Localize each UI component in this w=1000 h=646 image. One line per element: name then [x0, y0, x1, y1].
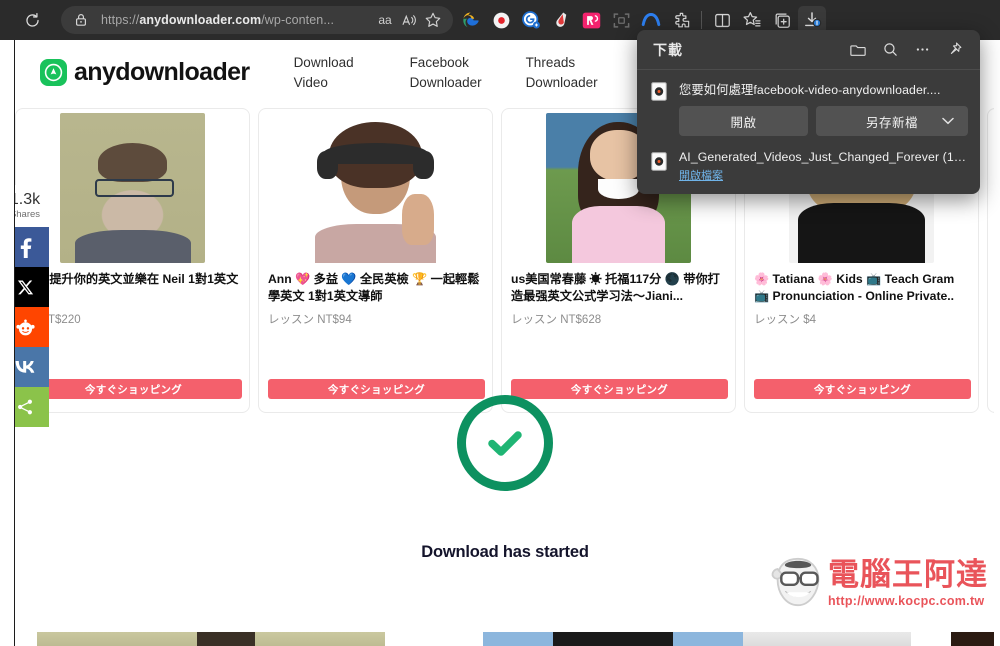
share-count-number: 1.3k	[15, 191, 41, 209]
nav-line-2: Downloader	[409, 74, 482, 90]
open-button[interactable]: 開啟	[679, 106, 808, 136]
reload-button[interactable]	[17, 5, 47, 35]
site-logo[interactable]: anydownloader	[40, 58, 250, 87]
watermark-url: http://www.kocpc.com.tw	[828, 594, 985, 608]
x-twitter-icon	[17, 280, 33, 294]
ad-card[interactable]: 我們提升你的英文並樂在 Neil 1對1英文導師 ン NT$220 今すぐショッ…	[15, 108, 250, 413]
downloads-flyout-header: 下載	[637, 30, 980, 70]
extension-grammarly-icon[interactable]	[517, 6, 545, 34]
nav-item-threads-downloader[interactable]: Threads Downloader	[526, 53, 642, 93]
ad-title: 🌸 Tatiana 🌸 Kids 📺 Teach Gram 📺 Pronunci…	[754, 272, 955, 303]
read-aloud-icon[interactable]	[397, 8, 421, 32]
downloads-flyout: 下載 您要如何處理facebook-video-anydownloader...…	[637, 30, 980, 194]
site-lock-icon[interactable]	[73, 12, 89, 28]
ad-card[interactable]: 初心者 Amazin	[987, 108, 994, 413]
url-scheme: https://	[101, 13, 140, 27]
share-icon	[18, 399, 32, 415]
watermark-title: 電腦王阿達	[828, 557, 988, 593]
x-share-button[interactable]	[15, 267, 49, 307]
share-rail: 1.3k Shares	[15, 185, 49, 427]
search-icon[interactable]	[876, 36, 904, 64]
ad-title: us美国常春藤 ☀ 托福117分 🌑 带你打造最强英文公式学习法～Jiani..…	[511, 272, 720, 303]
success-check-circle	[457, 395, 553, 491]
ad-price: ン NT$220	[25, 314, 81, 326]
ad-thumbnail	[60, 113, 205, 263]
ad-title: 我們提升你的英文並樂在 Neil 1對1英文導師	[25, 272, 239, 303]
download-item[interactable]: AI_Generated_Videos_Just_Changed_Forever…	[637, 140, 980, 188]
checkmark-icon	[488, 431, 522, 456]
pin-icon[interactable]	[940, 36, 968, 64]
ad-thumbnail	[303, 113, 448, 263]
nav-line-1: Download	[293, 54, 354, 70]
reddit-icon	[15, 319, 35, 335]
download-filename: 您要如何處理facebook-video-anydownloader....	[679, 83, 941, 97]
reload-icon	[25, 12, 39, 27]
folder-icon[interactable]	[844, 36, 872, 64]
url-domain: anydownloader.com	[139, 13, 262, 27]
nav-line-1: Facebook	[409, 54, 469, 70]
ad-price: レッスン $4	[754, 314, 816, 326]
url-path: /wp-conten...	[261, 13, 335, 27]
reddit-share-button[interactable]	[15, 307, 49, 347]
vk-icon	[15, 361, 35, 373]
downloads-flyout-title: 下載	[653, 41, 683, 58]
extension-record-icon[interactable]	[487, 6, 515, 34]
ad-price: レッスン NT$628	[511, 314, 602, 326]
nav-item-facebook-downloader[interactable]: Facebook Downloader	[410, 53, 526, 93]
immersive-reader-icon[interactable]: aa	[373, 8, 397, 32]
facebook-icon	[20, 238, 31, 258]
nav-item-download-video[interactable]: Download Video	[294, 53, 410, 93]
watermark-mascot-icon	[771, 557, 820, 607]
download-actions: 開啟 另存新檔	[679, 106, 968, 136]
share-count: 1.3k Shares	[15, 185, 49, 227]
toolbar-divider	[701, 11, 702, 29]
share-count-label: Shares	[15, 209, 41, 221]
save-as-label: 另存新檔	[865, 115, 918, 130]
more-share-button[interactable]	[15, 387, 49, 427]
favorite-star-icon[interactable]	[421, 8, 445, 32]
download-item[interactable]: 您要如何處理facebook-video-anydownloader.... 開…	[637, 70, 980, 140]
video-file-icon	[651, 82, 667, 101]
download-started-text: Download has started	[421, 543, 589, 561]
ad-price: レッスン NT$94	[268, 314, 352, 326]
extension-blade-icon[interactable]	[547, 6, 575, 34]
anydownloader-logo-icon	[40, 59, 67, 86]
site-nav: Download Video Facebook Downloader Threa…	[294, 53, 642, 93]
download-started-block: Download has started	[15, 395, 994, 562]
facebook-share-button[interactable]	[15, 227, 49, 267]
extension-pink-icon[interactable]	[577, 6, 605, 34]
vk-share-button[interactable]	[15, 347, 49, 387]
extension-capture-icon[interactable]	[607, 6, 635, 34]
extension-edge-icon[interactable]	[457, 6, 485, 34]
ad-title: Ann 💖 多益 💙 全民英檢 🏆 一起輕鬆學英文 1對1英文導師	[268, 272, 480, 303]
video-file-icon	[651, 152, 667, 171]
brand-name: anydownloader	[74, 58, 250, 86]
open-file-link[interactable]: 開啟檔案	[679, 167, 723, 183]
watermark: 電腦王阿達 http://www.kocpc.com.tw	[770, 556, 988, 608]
chevron-down-icon[interactable]	[942, 114, 954, 128]
download-filename: AI_Generated_Videos_Just_Changed_Forever…	[679, 150, 968, 164]
nav-line-1: Threads	[525, 54, 576, 70]
more-icon[interactable]	[908, 36, 936, 64]
nav-line-2: Video	[293, 74, 328, 90]
save-as-button[interactable]: 另存新檔	[816, 106, 968, 136]
ad-card[interactable]: Ann 💖 多益 💙 全民英檢 🏆 一起輕鬆學英文 1對1英文導師 レッスン N…	[258, 108, 493, 413]
bottom-thumbnail-strip	[15, 632, 994, 646]
address-bar[interactable]: https://anydownloader.com/wp-conten... a…	[61, 6, 453, 34]
nav-line-2: Downloader	[525, 74, 598, 90]
url-text[interactable]: https://anydownloader.com/wp-conten...	[101, 13, 373, 27]
